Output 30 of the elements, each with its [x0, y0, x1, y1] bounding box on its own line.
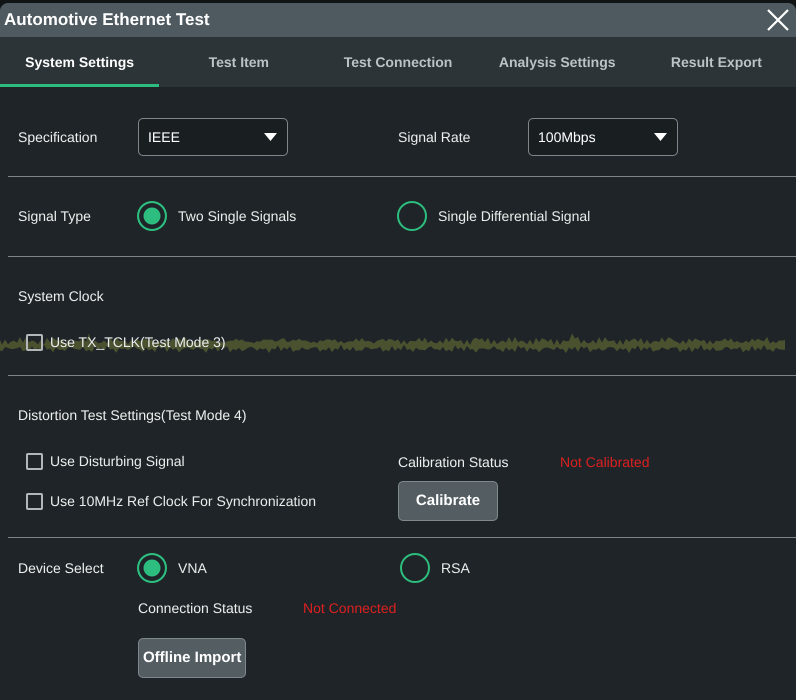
caret-icon [264, 133, 277, 141]
close-button[interactable] [767, 9, 789, 31]
window-title: Automotive Ethernet Test [4, 9, 210, 32]
offline-import-button[interactable]: Offline Import [138, 638, 246, 678]
section-heading: System Clock [18, 287, 104, 306]
radio-option[interactable]: VNA [138, 553, 207, 583]
dropdown[interactable]: 100Mbps [528, 118, 678, 156]
field-label: Calibration Status [398, 453, 510, 472]
tab[interactable]: Test Item [159, 37, 318, 87]
checkbox-option[interactable]: Use Disturbing Signal [26, 451, 185, 471]
close-icon [767, 9, 789, 31]
field-label: Specification [18, 128, 98, 147]
field-label: Connection Status [138, 599, 254, 618]
field-label: Device Select [18, 559, 104, 578]
checkbox-option[interactable]: Use 10MHz Ref Clock For Synchronization [26, 491, 316, 511]
dropdown[interactable]: IEEE [138, 118, 288, 156]
status-text: Not Connected [303, 599, 396, 618]
field-label: Signal Type [18, 207, 91, 226]
caret-icon [654, 133, 667, 141]
radio-option[interactable]: Two Single Signals [138, 201, 296, 231]
section-heading: Distortion Test Settings(Test Mode 4) [18, 406, 247, 425]
tab[interactable]: Result Export [636, 37, 796, 87]
tab[interactable]: Analysis Settings [478, 37, 637, 87]
tab[interactable]: Test Connection [318, 37, 478, 87]
radio-option[interactable]: RSA [401, 553, 470, 583]
status-text: Not Calibrated [560, 453, 650, 472]
calibrate-button[interactable]: Calibrate [398, 481, 498, 521]
field-label: Signal Rate [398, 128, 470, 147]
radio-option[interactable]: Single Differential Signal [398, 201, 590, 231]
tab[interactable]: System Settings [0, 37, 160, 87]
